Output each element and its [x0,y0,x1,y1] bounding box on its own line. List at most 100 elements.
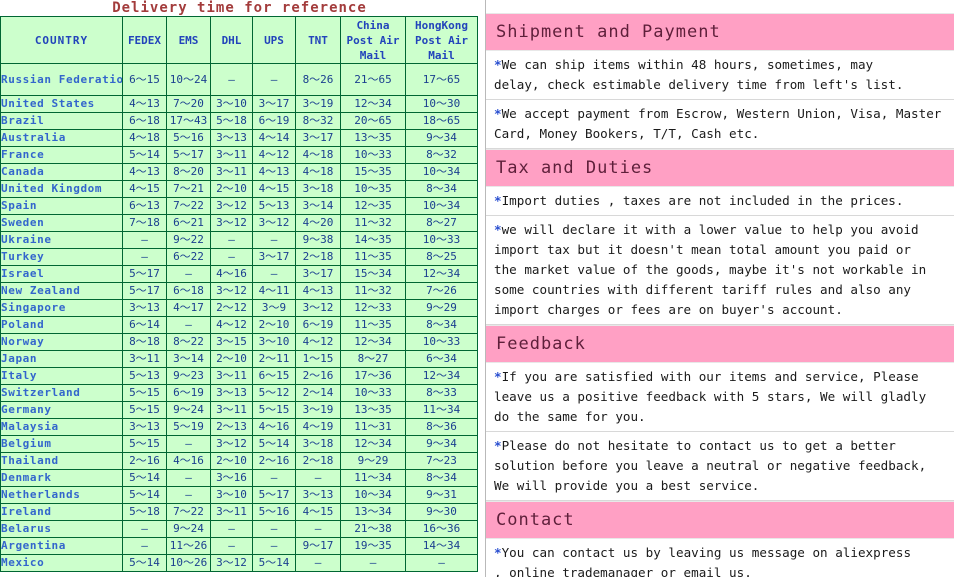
tnt-cell: 4～18 [295,163,341,181]
tnt-cell: 4～18 [295,146,341,164]
hongkong-post-cell: 8～33 [405,384,478,402]
table-row: Germany 5～15 9～24 3～11 5～15 3～19 13～35 11～34 [0,401,478,419]
section-title: Contact [486,501,954,539]
dhl-cell: — [210,520,253,538]
tnt-cell: — [295,469,341,487]
table-row: Ireland 5～18 7～22 3～11 5～16 4～15 13～34 9～30 [0,503,478,521]
ems-cell: 6～22 [166,248,211,266]
table-row: Belgium 5～15—3～12 5～14 3～18 12～34 9～34 [0,435,478,453]
ems-cell: 4～17 [166,299,211,317]
ems-cell: 10～26 [166,554,211,572]
ems-cell: — [166,316,211,334]
china-post-cell: 8～27 [340,350,406,368]
hongkong-post-cell: 9～29 [405,299,478,317]
china-post-cell: 11～32 [340,282,406,300]
table-header-row: COUNTRY FEDEX EMS DHL UPS TNT China Post… [0,16,478,64]
dhl-cell: 5～18 [210,112,253,130]
dhl-cell: 3～11 [210,367,253,385]
ups-cell: 5～13 [252,197,296,215]
column-header-hongkong-post: HongKong Post Air Mail [405,16,478,64]
ups-cell: 4～11 [252,282,296,300]
table-row: Ukraine —9～22— —9～38 14～35 10～33 [0,231,478,249]
ups-cell: 5～14 [252,554,296,572]
tnt-cell: 3～17 [295,129,341,147]
ems-cell: — [166,486,211,504]
china-post-cell: 13～35 [340,401,406,419]
china-post-cell: 12～33 [340,299,406,317]
tnt-cell: 3～18 [295,435,341,453]
ups-cell: — [252,265,296,283]
hongkong-post-cell: 17～65 [405,63,478,96]
dhl-cell: 2～13 [210,418,253,436]
dhl-cell: 3～11 [210,146,253,164]
ups-cell: 6～15 [252,367,296,385]
table-row: Turkey —6～22—3～17 2～18 11～35 8～25 [0,248,478,266]
dhl-cell: 3～10 [210,95,253,113]
tnt-cell: 3～14 [295,197,341,215]
dhl-cell: 2～10 [210,452,253,470]
tnt-cell: 4～12 [295,333,341,351]
ems-cell: 10～24 [166,63,211,96]
column-header-fedex: FEDEX [122,16,167,64]
tnt-cell: 2～18 [295,248,341,266]
table-header: COUNTRY FEDEX EMS DHL UPS TNT China Post… [0,16,478,64]
dhl-cell: 3～12 [210,435,253,453]
section-paragraph: *We can ship items within 48 hours, some… [494,57,904,92]
fedex-cell: 3～13 [122,299,167,317]
china-post-cell: 21～38 [340,520,406,538]
fedex-cell: 5～15 [122,435,167,453]
ups-cell: 4～13 [252,163,296,181]
table-row: Belarus —9～24— — —21～38 16～36 [0,520,478,538]
ems-cell: 7～21 [166,180,211,198]
ems-cell: 7～22 [166,197,211,215]
delivery-info-page: Delivery time for reference COUNTRY FEDE… [0,0,954,577]
country-cell: Israel [0,265,123,283]
country-cell: Sweden [0,214,123,232]
hk-post-line-1: HongKong [415,18,468,32]
ups-cell: 2～11 [252,350,296,368]
hongkong-post-cell: 10～34 [405,163,478,181]
tnt-cell: 4～15 [295,503,341,521]
dhl-cell: — [210,231,253,249]
ups-cell: 3～17 [252,248,296,266]
section-body: *we will declare it with a lower value t… [486,216,954,325]
table-row: Spain 6～13 7～22 3～12 5～13 3～14 12～35 10～34 [0,197,478,215]
country-cell: Mexico [0,554,123,572]
hongkong-post-cell: 10～30 [405,95,478,113]
dhl-cell: 3～12 [210,214,253,232]
fedex-cell: — [122,520,167,538]
fedex-cell: 5～14 [122,146,167,164]
ems-cell: — [166,435,211,453]
dhl-cell: 3～13 [210,384,253,402]
table-row: Denmark 5～14—3～16— —11～34 8～34 [0,469,478,487]
table-row: Poland 6～14—4～12 2～10 6～19 11～35 8～34 [0,316,478,334]
hongkong-post-cell: 8～34 [405,316,478,334]
ups-cell: — [252,469,296,487]
country-cell: United Kingdom [0,180,123,198]
hongkong-post-cell: 10～34 [405,197,478,215]
ups-cell: — [252,537,296,555]
china-post-cell: 11～35 [340,248,406,266]
fedex-cell: 5～13 [122,367,167,385]
tnt-cell: 3～17 [295,265,341,283]
dhl-cell: 3～12 [210,197,253,215]
ems-cell: 5～19 [166,418,211,436]
ems-cell: 5～17 [166,146,211,164]
ems-cell: 9～23 [166,367,211,385]
ups-cell: 6～19 [252,112,296,130]
ups-cell: 5～12 [252,384,296,402]
table-row: Mexico 5～14 10～26 3～12 5～14— — — [0,554,478,572]
policy-sections: Shipment and Payment *We can ship items w… [486,13,954,577]
china-post-cell: 11～34 [340,469,406,487]
tnt-cell: 3～18 [295,180,341,198]
policy-info-panel: Shipment and Payment *We can ship items w… [486,0,954,577]
china-post-cell: 13～35 [340,129,406,147]
hongkong-post-cell: 6～34 [405,350,478,368]
dhl-cell: 3～11 [210,503,253,521]
tnt-cell: 8～26 [295,63,341,96]
fedex-cell: 5～17 [122,282,167,300]
fedex-cell: 7～18 [122,214,167,232]
ems-cell: 6～19 [166,384,211,402]
country-cell: Russian Federation [0,63,123,96]
ems-cell: 4～16 [166,452,211,470]
